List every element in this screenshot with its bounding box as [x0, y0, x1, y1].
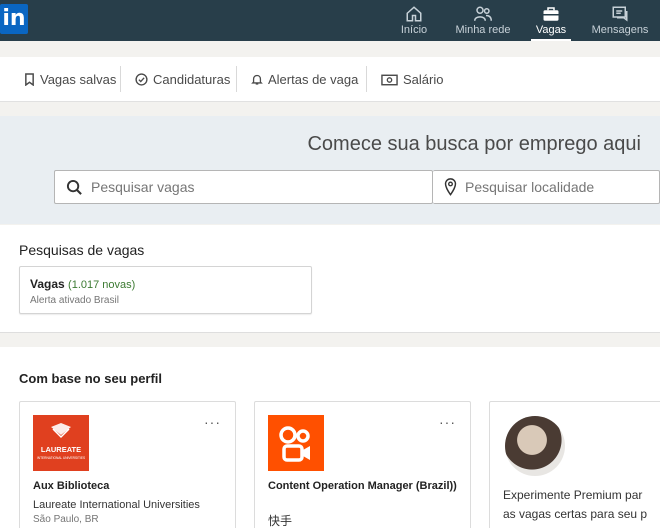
- check-circle-icon: [135, 73, 148, 86]
- network-icon: [474, 6, 492, 21]
- saved-searches-title: Pesquisas de vagas: [19, 242, 145, 258]
- premium-upsell-line2: as vagas certas para seu p: [503, 507, 648, 521]
- nav-label-messages: Mensagens: [591, 24, 649, 36]
- subnav-salary-label: Salário: [403, 72, 444, 87]
- laureate-logo: LAUREATE INTERNATIONAL UNIVERSITIES: [33, 415, 89, 471]
- job-company: Laureate International Universities: [33, 499, 200, 511]
- nav-item-home[interactable]: Início: [397, 0, 431, 41]
- top-navbar: in Início Minha rede Vagas Mensagens: [0, 0, 660, 41]
- premium-upsell-card[interactable]: Experimente Premium par as vagas certas …: [489, 401, 660, 528]
- location-search-input[interactable]: Pesquisar localidade: [433, 170, 660, 204]
- job-search-input[interactable]: Pesquisar vagas: [54, 170, 433, 204]
- kuaishou-logo: [268, 415, 324, 471]
- job-card[interactable]: ··· LAUREATE INTERNATIONAL UNIVERSITIES …: [19, 401, 236, 528]
- money-icon: [381, 74, 398, 85]
- job-location: São Paulo, BR: [33, 514, 99, 525]
- subnav-job-alerts-label: Alertas de vaga: [268, 72, 359, 87]
- location-search-placeholder: Pesquisar localidade: [465, 179, 595, 195]
- job-alert-subtitle: Alerta ativado Brasil: [30, 295, 119, 306]
- search-heading: Comece sua busca por emprego aqui: [307, 133, 641, 155]
- job-title[interactable]: Content Operation Manager (Brazil)): [268, 479, 463, 494]
- more-options-icon[interactable]: ···: [439, 414, 456, 430]
- subnav-saved-jobs-label: Vagas salvas: [40, 72, 117, 87]
- recommended-jobs-title: Com base no seu perfil: [19, 371, 163, 386]
- laureate-logo-subtext: INTERNATIONAL UNIVERSITIES: [37, 456, 85, 460]
- more-options-icon[interactable]: ···: [204, 414, 221, 430]
- job-search-hero: Comece sua busca por emprego aqui Pesqui…: [0, 116, 660, 224]
- job-title[interactable]: Aux Biblioteca: [33, 479, 228, 494]
- job-alert-title: Vagas: [30, 277, 65, 291]
- nav-label-home: Início: [400, 24, 428, 36]
- subnav-divider: [120, 66, 121, 92]
- subnav-applications[interactable]: Candidaturas: [135, 57, 230, 102]
- nav-item-network[interactable]: Minha rede: [454, 0, 512, 41]
- subnav-divider: [236, 66, 237, 92]
- subnav-salary[interactable]: Salário: [381, 57, 443, 102]
- bookmark-icon: [25, 73, 34, 86]
- jobs-subnav: Vagas salvas Candidaturas Alertas de vag…: [0, 57, 660, 102]
- job-alert-card[interactable]: Vagas (1.017 novas) Alerta ativado Brasi…: [19, 266, 312, 314]
- linkedin-logo[interactable]: in: [0, 4, 28, 34]
- nav-label-network: Minha rede: [455, 24, 511, 36]
- nav-label-jobs: Vagas: [535, 24, 567, 36]
- job-card[interactable]: ··· Content Operation Manager (Brazil)) …: [254, 401, 471, 528]
- subnav-saved-jobs[interactable]: Vagas salvas: [24, 57, 116, 102]
- subnav-applications-label: Candidaturas: [153, 72, 231, 87]
- briefcase-icon: [543, 7, 559, 21]
- search-icon: [66, 179, 82, 195]
- job-alert-new-count: (1.017 novas): [68, 279, 136, 291]
- premium-upsell-text: Experimente Premium par as vagas certas …: [503, 486, 660, 524]
- saved-searches-section: Pesquisas de vagas Vagas (1.017 novas) A…: [0, 225, 660, 333]
- avatar: [505, 416, 565, 476]
- recommended-jobs-section: Com base no seu perfil ··· LAUREATE INTE…: [0, 347, 660, 528]
- job-alert-name: Vagas (1.017 novas): [30, 277, 135, 291]
- job-search-placeholder: Pesquisar vagas: [91, 179, 195, 195]
- bell-icon: [251, 74, 263, 85]
- home-icon: [406, 6, 422, 22]
- nav-item-jobs[interactable]: Vagas: [531, 0, 571, 41]
- subnav-divider: [366, 66, 367, 92]
- job-company: 快手: [268, 514, 293, 528]
- location-pin-icon: [444, 178, 457, 196]
- messages-icon: [612, 6, 628, 22]
- laureate-logo-text: LAUREATE: [41, 445, 81, 454]
- premium-upsell-line1: Experimente Premium par: [503, 488, 643, 502]
- subnav-job-alerts[interactable]: Alertas de vaga: [251, 57, 358, 102]
- nav-item-messages[interactable]: Mensagens: [590, 0, 650, 41]
